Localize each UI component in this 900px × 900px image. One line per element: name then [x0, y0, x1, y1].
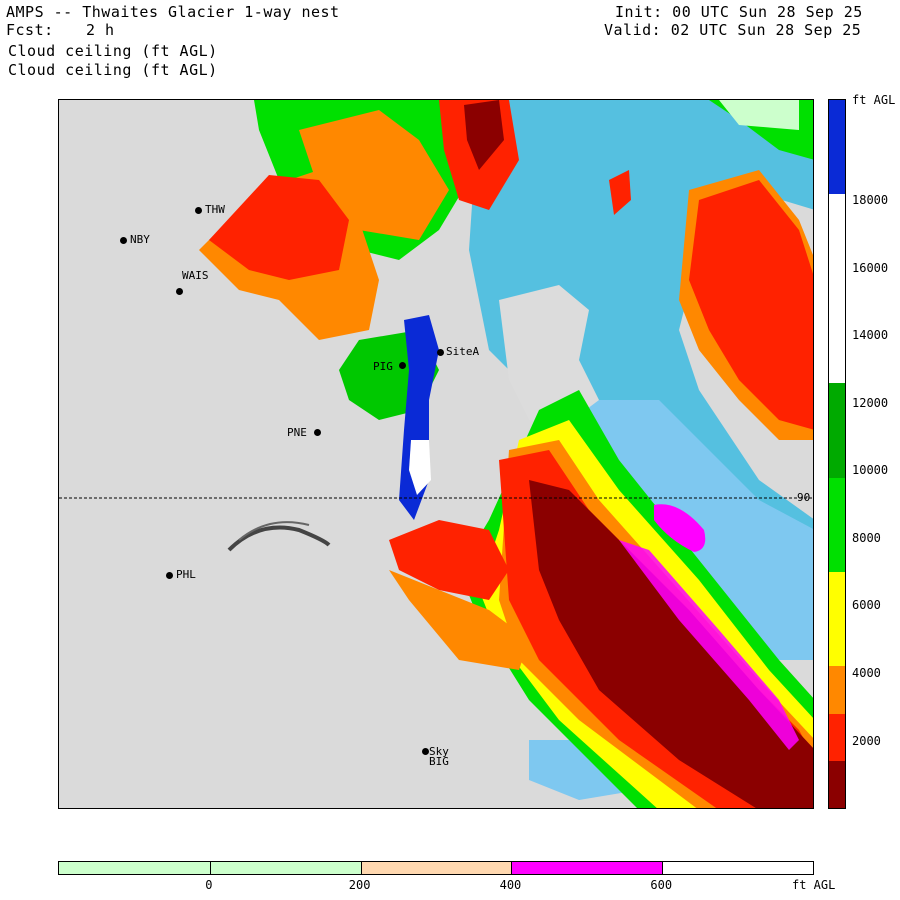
- station-thw-marker: [195, 207, 202, 214]
- colorbar-right-tick-label: 6000: [852, 598, 881, 612]
- field-subtitle-1: Cloud ceiling (ft AGL): [8, 42, 218, 60]
- station-pne-label: PNE: [287, 426, 307, 439]
- colorbar-right-segment: [829, 524, 845, 573]
- colorbar-right-segment: [829, 760, 845, 809]
- colorbar-right-segment: [829, 336, 845, 384]
- colorbar-bottom-tick-label: 400: [499, 878, 522, 892]
- station-sitea-label: SiteA: [446, 345, 480, 358]
- station-pne-marker: [314, 429, 321, 436]
- cloud-ceiling-map: [59, 100, 813, 808]
- colorbar-right-tick-label: 18000: [852, 193, 889, 207]
- station-nby-label: NBY: [130, 233, 150, 246]
- colorbar-right-segment: [829, 194, 845, 243]
- colorbar-bottom-segment: [59, 862, 211, 874]
- station-wais-marker: [176, 288, 183, 295]
- station-phl-label: PHL: [176, 568, 196, 581]
- colorbar-bottom-segment: [360, 862, 512, 874]
- colorbar-right-segment: [829, 619, 845, 667]
- colorbar-right-segment: [829, 241, 845, 290]
- colorbar-right-tick-label: 2000: [852, 734, 881, 748]
- colorbar-right: [828, 99, 846, 809]
- field-subtitle-2: Cloud ceiling (ft AGL): [8, 61, 218, 79]
- colorbar-right-segment: [829, 288, 845, 337]
- colorbar-bottom-segment: [511, 862, 663, 874]
- colorbar-right-tick-label: 10000: [852, 463, 889, 477]
- forecast-label: Fcst:: [6, 21, 54, 39]
- colorbar-right-segment: [829, 666, 845, 715]
- station-pig-label: PIG: [373, 360, 393, 373]
- station-pig-marker: [399, 362, 406, 369]
- station-big-label: BIG: [429, 755, 449, 768]
- station-sitea-marker: [437, 349, 444, 356]
- station-phl-marker: [166, 572, 173, 579]
- colorbar-right-segment: [829, 713, 845, 762]
- colorbar-right-segment: [829, 383, 845, 431]
- colorbar-right-tick-label: 4000: [852, 666, 881, 680]
- colorbar-right-segment: [829, 572, 845, 620]
- map-title: AMPS -- Thwaites Glacier 1-way nest: [6, 3, 340, 21]
- colorbar-right-segment: [829, 477, 845, 526]
- colorbar-bottom-tick-label: 200: [348, 878, 371, 892]
- forecast-hours: 2 h: [86, 21, 115, 39]
- colorbar-bottom: [58, 861, 814, 875]
- colorbar-bottom-unit: ft AGL: [792, 878, 836, 892]
- colorbar-bottom-segment: [209, 862, 362, 874]
- station-wais-label: WAIS: [182, 269, 209, 282]
- colorbar-bottom-tick-label: 600: [650, 878, 673, 892]
- colorbar-right-tick-label: 8000: [852, 531, 881, 545]
- colorbar-right-tick-label: 16000: [852, 261, 889, 275]
- station-thw-label: THW: [205, 203, 225, 216]
- station-sky-marker: [422, 748, 429, 755]
- latitude-line-label: 90 W: [797, 491, 813, 504]
- map-panel: THW NBY WAIS PIG SiteA PNE PHL Sky BIG 9…: [58, 99, 814, 809]
- colorbar-bottom-tick-label: 0: [205, 878, 213, 892]
- colorbar-right-segment: [829, 100, 845, 148]
- colorbar-bottom-segment: [662, 862, 814, 874]
- init-time: Init: 00 UTC Sun 28 Sep 25: [615, 3, 863, 21]
- station-nby-marker: [120, 237, 127, 244]
- colorbar-right-unit: ft AGL: [852, 93, 896, 107]
- colorbar-right-segment: [829, 430, 845, 479]
- valid-time: Valid: 02 UTC Sun 28 Sep 25: [604, 21, 862, 39]
- colorbar-right-tick-label: 12000: [852, 396, 889, 410]
- colorbar-right-tick-label: 14000: [852, 328, 889, 342]
- colorbar-right-segment: [829, 147, 845, 195]
